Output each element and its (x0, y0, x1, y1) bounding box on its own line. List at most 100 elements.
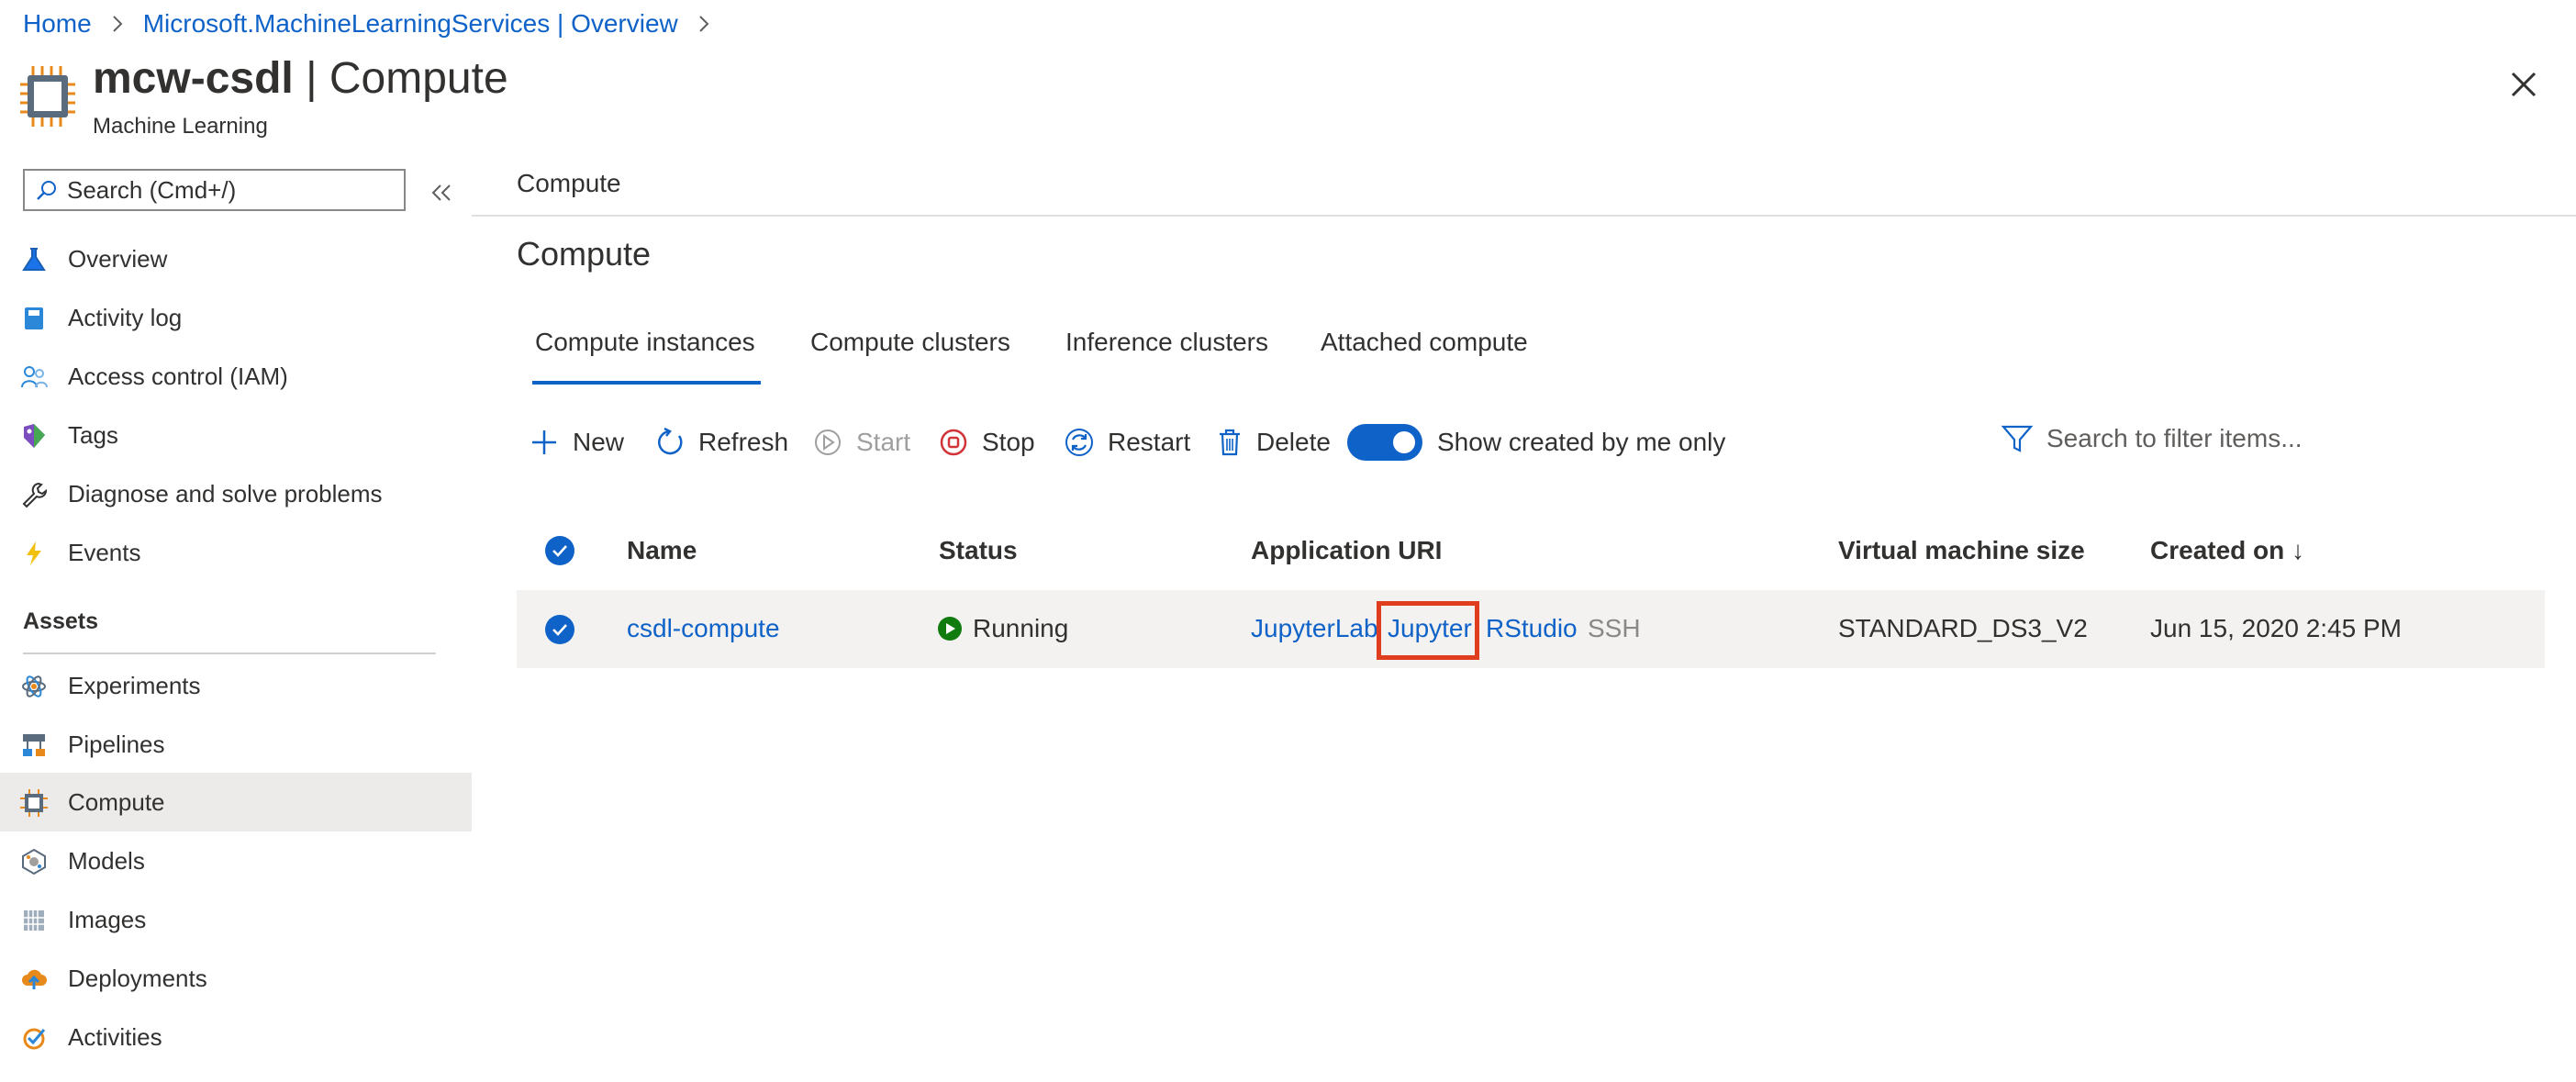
toggle-label: Show created by me only (1437, 428, 1726, 456)
select-all-checkbox[interactable] (545, 536, 574, 565)
sidebar-item-label: Events (68, 538, 141, 566)
row-checkbox[interactable] (545, 615, 574, 644)
lightning-icon (27, 541, 41, 565)
image-stack-icon (24, 910, 44, 931)
sidebar-item-label: Overview (68, 244, 168, 273)
sidebar-item-experiments[interactable]: Experiments (0, 656, 472, 715)
page-name: Compute (329, 54, 508, 103)
tab-attached-compute[interactable]: Attached compute (1321, 328, 1528, 357)
tab-compute-instances[interactable]: Compute instances (535, 328, 755, 357)
sidebar-item-compute[interactable]: Compute (0, 773, 472, 831)
divider (472, 215, 2576, 217)
close-icon[interactable] (2505, 66, 2542, 103)
sidebar-item-label: Activities (68, 1022, 162, 1051)
sidebar-item-label: Activity log (68, 303, 183, 331)
refresh-button[interactable]: Refresh (654, 422, 788, 463)
sidebar-item-label: Deployments (68, 964, 207, 992)
status-text: Running (973, 614, 1069, 642)
toggle-knob (1393, 431, 1415, 453)
restart-label: Restart (1108, 428, 1191, 456)
sidebar-item-images[interactable]: Images (0, 890, 472, 949)
page-subtitle: Machine Learning (93, 114, 268, 139)
atom-icon (22, 675, 46, 697)
new-button[interactable]: New (529, 422, 624, 463)
restart-button[interactable]: Restart (1064, 422, 1190, 463)
sidebar-item-diagnose[interactable]: Diagnose and solve problems (0, 464, 472, 523)
model-icon (22, 848, 46, 876)
column-header-name[interactable]: Name (627, 536, 697, 565)
filter-icon (2001, 425, 2034, 452)
sidebar-item-pipelines[interactable]: Pipelines (0, 715, 472, 774)
column-header-vm-size[interactable]: Virtual machine size (1838, 536, 2085, 565)
start-button[interactable]: Start (812, 422, 910, 463)
stop-icon (940, 429, 967, 456)
rstudio-link[interactable]: RStudio (1486, 614, 1578, 643)
chip-icon (20, 66, 75, 127)
sidebar-search-input[interactable]: Search (Cmd+/) (23, 169, 406, 211)
flask-icon (22, 248, 46, 271)
sidebar-item-deployments[interactable]: Deployments (0, 949, 472, 1008)
chip-icon (20, 789, 48, 817)
trash-icon (1220, 429, 1240, 456)
log-book-icon (25, 307, 43, 329)
sidebar-item-label: Pipelines (68, 730, 165, 758)
sidebar-item-label: Compute (68, 787, 165, 816)
stop-button[interactable]: Stop (938, 422, 1035, 463)
sidebar-item-label: Tags (68, 420, 118, 449)
delete-button[interactable]: Delete (1216, 422, 1331, 463)
resource-name: mcw-csdl (93, 54, 294, 103)
jupyter-highlight-box (1377, 601, 1479, 660)
sidebar-item-events[interactable]: Events (0, 523, 472, 582)
running-status-icon (938, 617, 962, 641)
people-icon (21, 366, 48, 388)
chevron-right-icon (112, 16, 123, 32)
jupyterlab-link[interactable]: JupyterLab (1251, 614, 1378, 643)
collapse-sidebar-icon[interactable] (428, 180, 457, 206)
section-title: Compute (517, 235, 652, 273)
refresh-label: Refresh (698, 428, 789, 456)
search-icon (37, 181, 56, 200)
sidebar-item-overview[interactable]: Overview (0, 229, 472, 288)
vm-size: STANDARD_DS3_V2 (1838, 614, 2088, 642)
compute-name-link[interactable]: csdl-compute (627, 614, 780, 643)
page-title: mcw-csdl | Compute (93, 53, 508, 104)
sidebar-item-activity-log[interactable]: Activity log (0, 288, 472, 347)
tag-icon (24, 424, 45, 448)
plus-icon (532, 430, 556, 454)
play-icon (815, 429, 841, 455)
sidebar-item-label: Experiments (68, 671, 201, 699)
filter-search-input[interactable]: Search to filter items... (2001, 420, 2303, 457)
sidebar-item-models[interactable]: Models (0, 831, 472, 890)
show-created-by-me-toggle[interactable] (1347, 424, 1422, 461)
created-on: Jun 15, 2020 2:45 PM (2150, 614, 2402, 642)
refresh-icon (658, 427, 683, 455)
stop-label: Stop (982, 428, 1035, 456)
sidebar-item-label: Access control (IAM) (68, 362, 288, 390)
sidebar-item-label: Models (68, 846, 145, 875)
sidebar-item-activities[interactable]: Activities (0, 1008, 472, 1066)
checkmark-icon (552, 624, 567, 636)
divider (23, 653, 436, 654)
checkmark-icon (552, 545, 567, 557)
delete-label: Delete (1256, 428, 1331, 456)
column-header-created-on[interactable]: Created on ↓ (2150, 536, 2304, 565)
chevron-right-icon (699, 16, 709, 32)
cloud-upload-icon (22, 969, 47, 989)
sidebar-item-tags[interactable]: Tags (0, 406, 472, 464)
start-label: Start (856, 428, 911, 456)
ssh-link[interactable]: SSH (1588, 614, 1641, 643)
breadcrumb-home[interactable]: Home (23, 9, 92, 39)
active-tab-indicator (532, 381, 761, 385)
sidebar-item-access-control[interactable]: Access control (IAM) (0, 347, 472, 406)
tab-compute-clusters[interactable]: Compute clusters (810, 328, 1010, 357)
tab-inference-clusters[interactable]: Inference clusters (1065, 328, 1268, 357)
breadcrumb: Home Microsoft.MachineLearningServices |… (23, 7, 730, 40)
filter-placeholder: Search to filter items... (2046, 424, 2303, 452)
content-header: Compute (517, 169, 621, 197)
new-label: New (573, 428, 625, 456)
check-badge-icon (23, 1028, 46, 1050)
column-header-status[interactable]: Status (939, 536, 1018, 565)
restart-icon (1065, 429, 1093, 456)
breadcrumb-parent[interactable]: Microsoft.MachineLearningServices | Over… (143, 9, 678, 39)
column-header-application-uri[interactable]: Application URI (1251, 536, 1442, 565)
